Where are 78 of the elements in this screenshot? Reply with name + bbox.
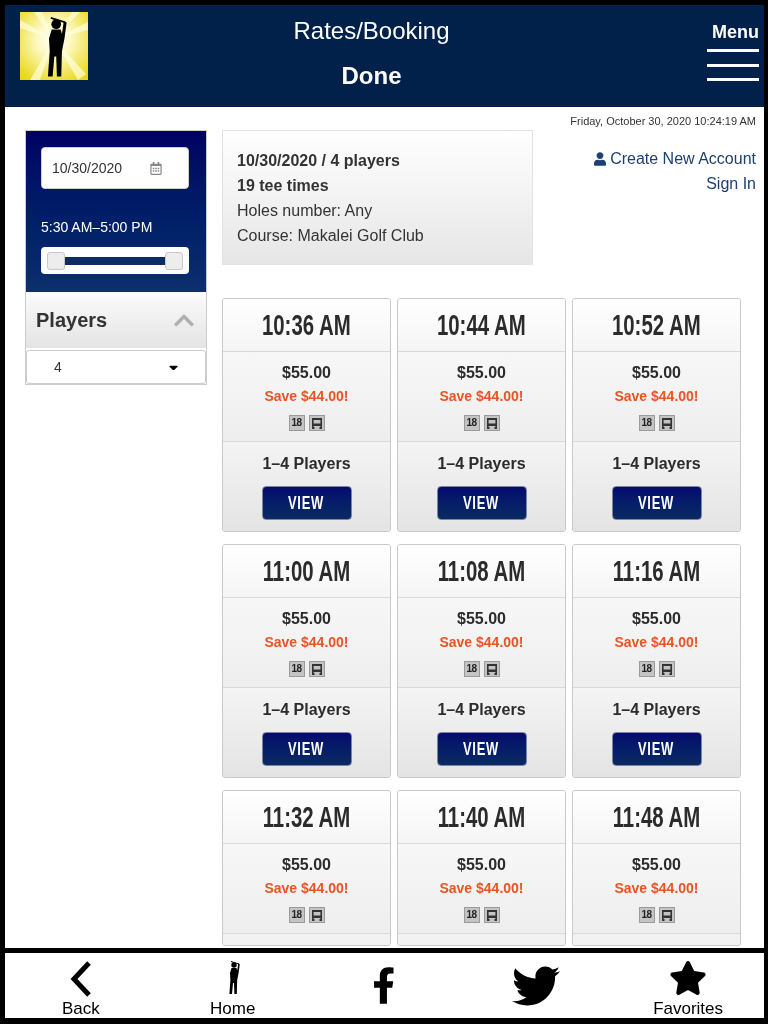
price: $55.00 xyxy=(282,609,331,629)
tee-time: 11:08 AM xyxy=(437,554,526,588)
chevron-up-icon xyxy=(174,313,194,327)
savings-text: Save $44.00! xyxy=(614,879,699,897)
menu-icon xyxy=(707,49,759,83)
done-button[interactable]: Done xyxy=(341,61,402,91)
summary-line: Course: Makalei Golf Club xyxy=(237,226,425,246)
tee-time: 11:48 AM xyxy=(612,800,701,834)
players-range: 1–4 Players xyxy=(262,454,351,474)
user-icon xyxy=(594,151,607,166)
holes-badge: 18 xyxy=(288,661,305,677)
price: $55.00 xyxy=(632,363,681,383)
home-button[interactable]: Home xyxy=(156,953,309,1018)
players-toggle[interactable]: Players xyxy=(26,292,206,348)
savings-text: Save $44.00! xyxy=(264,387,349,405)
holes-badge: 18 xyxy=(463,661,480,677)
savings-text: Save $44.00! xyxy=(439,387,524,405)
tee-time: 11:16 AM xyxy=(612,554,701,588)
star-icon xyxy=(669,961,708,995)
savings-text: Save $44.00! xyxy=(614,633,699,651)
summary-line: 19 tee times xyxy=(237,176,330,196)
holes-badge: 18 xyxy=(463,907,480,923)
price: $55.00 xyxy=(282,855,331,875)
view-button[interactable]: VIEW xyxy=(611,486,702,520)
view-button[interactable]: VIEW xyxy=(611,732,702,766)
savings-text: Save $44.00! xyxy=(614,387,699,405)
price: $55.00 xyxy=(282,363,331,383)
price: $55.00 xyxy=(457,363,506,383)
tee-time: 10:36 AM xyxy=(262,308,351,342)
summary-line: Holes number: Any xyxy=(237,201,374,221)
holes-badge: 18 xyxy=(638,415,655,431)
savings-text: Save $44.00! xyxy=(264,879,349,897)
create-account-link[interactable]: Create New Account xyxy=(594,146,756,171)
players-select[interactable]: 4 xyxy=(26,350,206,384)
savings-text: Save $44.00! xyxy=(264,633,349,651)
tee-time: 10:52 AM xyxy=(612,308,701,342)
page-title: Rates/Booking xyxy=(293,16,450,46)
summary-line: 10/30/2020 / 4 players xyxy=(237,151,401,171)
back-button[interactable]: Back xyxy=(5,953,157,1018)
twitter-icon xyxy=(512,965,561,1006)
tee-time: 11:32 AM xyxy=(262,800,351,834)
favorites-button[interactable]: Favorites xyxy=(612,953,764,1018)
holes-badge: 18 xyxy=(288,415,305,431)
view-button[interactable]: VIEW xyxy=(261,486,352,520)
players-range: 1–4 Players xyxy=(262,700,351,720)
players-range: 1–4 Players xyxy=(437,454,526,474)
view-button[interactable]: VIEW xyxy=(436,732,527,766)
holes-badge: 18 xyxy=(288,907,305,923)
view-button[interactable]: VIEW xyxy=(261,732,352,766)
calendar-icon xyxy=(150,161,162,175)
price: $55.00 xyxy=(632,855,681,875)
holes-badge: 18 xyxy=(638,907,655,923)
price: $55.00 xyxy=(457,609,506,629)
price: $55.00 xyxy=(457,855,506,875)
holes-badge: 18 xyxy=(638,661,655,677)
players-range: 1–4 Players xyxy=(437,700,526,720)
sign-in-link[interactable]: Sign In xyxy=(706,171,756,196)
menu-button[interactable]: Menu xyxy=(707,5,759,83)
slider-handle[interactable] xyxy=(165,252,183,270)
view-button[interactable]: VIEW xyxy=(436,486,527,520)
date-field[interactable]: 10/30/2020 xyxy=(41,147,189,189)
savings-text: Save $44.00! xyxy=(439,633,524,651)
chevron-left-icon xyxy=(69,961,92,997)
tee-time: 11:40 AM xyxy=(437,800,526,834)
price: $55.00 xyxy=(632,609,681,629)
timestamp-text: Friday, October 30, 2020 10:24:19 AM xyxy=(570,114,756,128)
savings-text: Save $44.00! xyxy=(439,879,524,897)
tee-time: 11:00 AM xyxy=(262,554,351,588)
golfer-logo-icon xyxy=(20,12,88,80)
players-range: 1–4 Players xyxy=(612,700,701,720)
time-range-slider[interactable] xyxy=(41,247,189,274)
players-range: 1–4 Players xyxy=(612,454,701,474)
holes-badge: 18 xyxy=(463,415,480,431)
time-range-label: 5:30 AM–5:00 PM xyxy=(41,218,154,236)
tee-time: 10:44 AM xyxy=(437,308,526,342)
caret-down-icon xyxy=(169,364,178,370)
slider-handle[interactable] xyxy=(47,252,65,270)
facebook-icon xyxy=(374,967,395,1004)
